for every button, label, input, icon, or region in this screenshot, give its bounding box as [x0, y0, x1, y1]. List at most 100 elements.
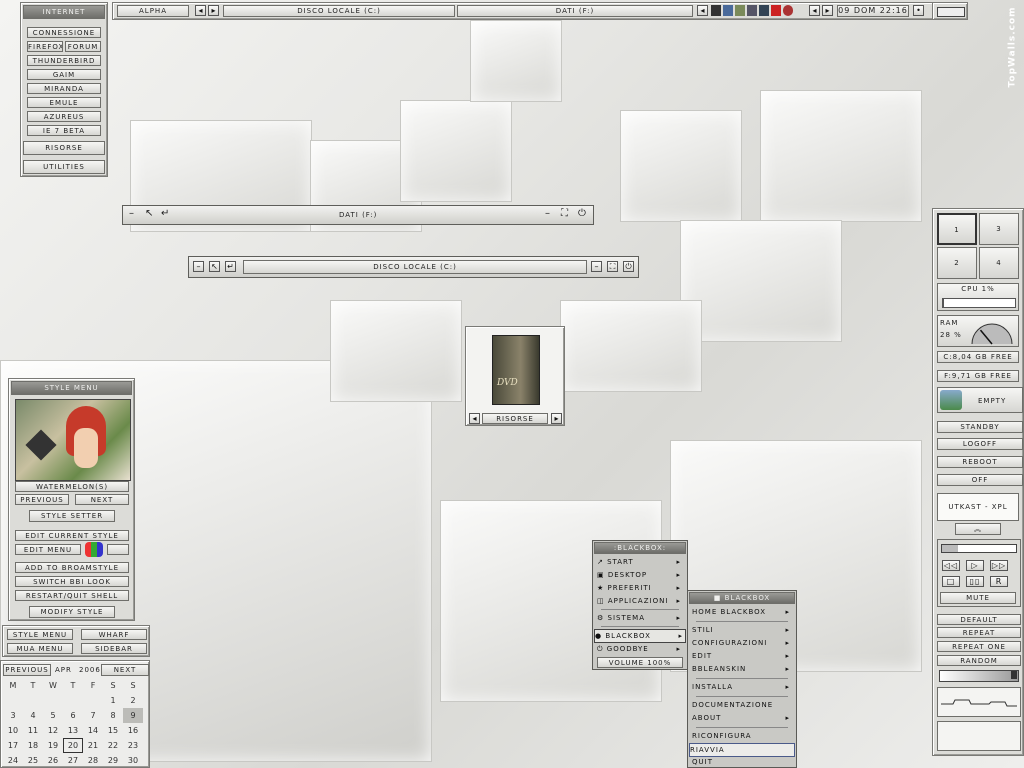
day-cell[interactable]: 23 — [123, 738, 143, 753]
tray-next-button[interactable]: ▸ — [822, 5, 833, 16]
menu-item-goodbye[interactable]: ⏻ GOODBYE ▸ — [597, 643, 683, 655]
day-cell[interactable]: 7 — [83, 708, 103, 723]
day-cell-today[interactable]: 20 — [63, 738, 83, 753]
day-cell[interactable]: 13 — [63, 723, 83, 738]
day-cell[interactable]: 8 — [103, 708, 123, 723]
window-dati[interactable]: – ↖ ↵ DATI (F:) – ⛶ ⏻ — [122, 205, 594, 225]
maximize-icon[interactable]: ⛶ — [607, 261, 618, 272]
menu-item-gaim[interactable]: GAIM — [27, 69, 101, 80]
menu-item-installa[interactable]: INSTALLA ▸ — [692, 681, 792, 693]
day-cell[interactable]: 14 — [83, 723, 103, 738]
rewind-icon[interactable]: ◁◁ — [942, 560, 960, 571]
menu-item-riavvia[interactable]: RIAVVIA — [689, 743, 795, 757]
antivirus-icon[interactable] — [771, 5, 781, 16]
resize-arrow-icon[interactable]: ↖ — [145, 208, 154, 219]
network-icon[interactable] — [723, 5, 733, 16]
day-cell[interactable]: 19 — [43, 738, 63, 753]
modify-style-button[interactable]: MODIFY STYLE — [29, 606, 115, 618]
menu-item-forum[interactable]: FORUM — [65, 41, 101, 52]
repeat-button[interactable]: REPEAT — [937, 627, 1021, 638]
task-dati[interactable]: DATI (F:) — [457, 5, 693, 17]
next-button[interactable]: ▸ — [551, 413, 562, 424]
menu-item-preferiti[interactable]: ★ PREFERITI ▸ — [597, 582, 683, 594]
forward-icon[interactable]: ▷▷ — [990, 560, 1008, 571]
day-cell[interactable]: 3 — [3, 708, 23, 723]
pause-icon[interactable]: ▯▯ — [966, 576, 984, 587]
window-disco-locale[interactable]: – ↖ ↵ DISCO LOCALE (C:) – ⛶ ⏻ — [188, 256, 639, 278]
risorse-desktop-widget[interactable]: DVD ◂ RISORSE ▸ — [465, 326, 565, 426]
prev-workspace-button[interactable]: ◂ — [195, 5, 206, 16]
day-cell[interactable] — [23, 693, 43, 708]
color-picker-icon[interactable] — [85, 542, 103, 557]
switch-bbi-look-button[interactable]: SWITCH BBI LOOK — [15, 576, 129, 587]
menu-item-emule[interactable]: EMULE — [27, 97, 101, 108]
style-setter-button[interactable]: STYLE SETTER — [29, 510, 115, 522]
menu-item-applicazioni[interactable]: ◫ APPLICAZIONI ▸ — [597, 595, 683, 607]
day-cell[interactable]: 28 — [83, 753, 103, 768]
menu-item-azureus[interactable]: AZUREUS — [27, 111, 101, 122]
day-cell[interactable] — [83, 693, 103, 708]
menu-item-home-blackbox[interactable]: HOME BLACKBOX ▸ — [692, 606, 792, 618]
workspace-2[interactable]: 2 — [937, 247, 977, 279]
mua-menu-button[interactable]: MUA MENU — [7, 643, 73, 654]
calendar-next-button[interactable]: NEXT — [101, 664, 149, 676]
messenger-icon[interactable] — [735, 5, 745, 16]
edit-menu-button[interactable]: EDIT MENU — [15, 544, 81, 555]
day-cell[interactable]: 18 — [23, 738, 43, 753]
restart-quit-shell-button[interactable]: RESTART/QUIT SHELL — [15, 590, 129, 601]
menu-item-thunderbird[interactable]: THUNDERBIRD — [27, 55, 101, 66]
add-to-broamstyle-button[interactable]: ADD TO BROAMSTYLE — [15, 562, 129, 573]
repeat-one-button[interactable]: REPEAT ONE — [937, 641, 1021, 652]
toolbar-menu-button[interactable]: • — [913, 5, 924, 16]
default-button[interactable]: DEFAULT — [937, 614, 1021, 625]
random-button[interactable]: RANDOM — [937, 655, 1021, 666]
next-style-button[interactable]: NEXT — [75, 494, 129, 505]
day-cell[interactable]: 1 — [103, 693, 123, 708]
day-cell[interactable] — [3, 693, 23, 708]
task-prev-button[interactable]: ◂ — [697, 5, 708, 16]
day-cell[interactable] — [43, 693, 63, 708]
minimize-icon[interactable]: – — [193, 261, 204, 272]
firewall-icon[interactable] — [783, 5, 793, 16]
volume-button[interactable]: VOLUME 100% — [597, 657, 683, 668]
menu-item-stili[interactable]: STILI ▸ — [692, 624, 792, 636]
menu-item-start[interactable]: ↗ START ▸ — [597, 556, 683, 568]
menu-item-ie7-beta[interactable]: IE 7 BETA — [27, 125, 101, 136]
day-cell[interactable]: 17 — [3, 738, 23, 753]
eject-button[interactable]: ︽ — [955, 523, 1001, 535]
day-cell[interactable]: 6 — [63, 708, 83, 723]
speaker-icon[interactable] — [747, 5, 757, 16]
workspace-1[interactable]: 1 — [937, 213, 977, 245]
recycle-bin[interactable]: EMPTY — [937, 387, 1023, 413]
workspace-4[interactable]: 4 — [979, 247, 1019, 279]
volume-slider[interactable] — [939, 670, 1019, 682]
play-icon[interactable]: ▷ — [966, 560, 984, 571]
sidebar-button[interactable]: SIDEBAR — [81, 643, 147, 654]
day-cell[interactable]: 12 — [43, 723, 63, 738]
maximize-icon[interactable]: ⛶ — [561, 208, 569, 219]
day-cell[interactable]: 21 — [83, 738, 103, 753]
day-cell[interactable]: 11 — [23, 723, 43, 738]
clock[interactable]: 09 DOM 22:16 — [837, 5, 909, 17]
previous-style-button[interactable]: PREVIOUS — [15, 494, 69, 505]
seek-bar[interactable] — [941, 544, 1017, 553]
menu-item-sistema[interactable]: ⚙ SISTEMA ▸ — [597, 612, 683, 624]
day-cell[interactable]: 24 — [3, 753, 23, 768]
tray-prev-button[interactable]: ◂ — [809, 5, 820, 16]
volume-slider-handle[interactable] — [1011, 671, 1017, 679]
desktop-preview[interactable] — [932, 2, 968, 20]
close-icon[interactable]: ⏻ — [578, 208, 587, 219]
day-cell[interactable]: 27 — [63, 753, 83, 768]
wharf-button[interactable]: WHARF — [81, 629, 147, 640]
menu-item-documentazione[interactable]: DOCUMENTAZIONE — [692, 699, 792, 711]
minimize-icon[interactable]: – — [591, 261, 602, 272]
calendar-prev-button[interactable]: PREVIOUS — [3, 664, 51, 676]
risorse-button[interactable]: RISORSE — [23, 141, 105, 155]
minimize-icon[interactable]: – — [545, 208, 551, 219]
utilities-button[interactable]: UTILITIES — [23, 160, 105, 174]
menu-item-edit[interactable]: EDIT ▸ — [692, 650, 792, 662]
logoff-button[interactable]: LOGOFF — [937, 438, 1023, 450]
rollup-icon[interactable]: ↵ — [225, 261, 236, 272]
menu-item-configurazioni[interactable]: CONFIGURAZIONI ▸ — [692, 637, 792, 649]
resize-arrow-icon[interactable]: ↖ — [209, 261, 220, 272]
